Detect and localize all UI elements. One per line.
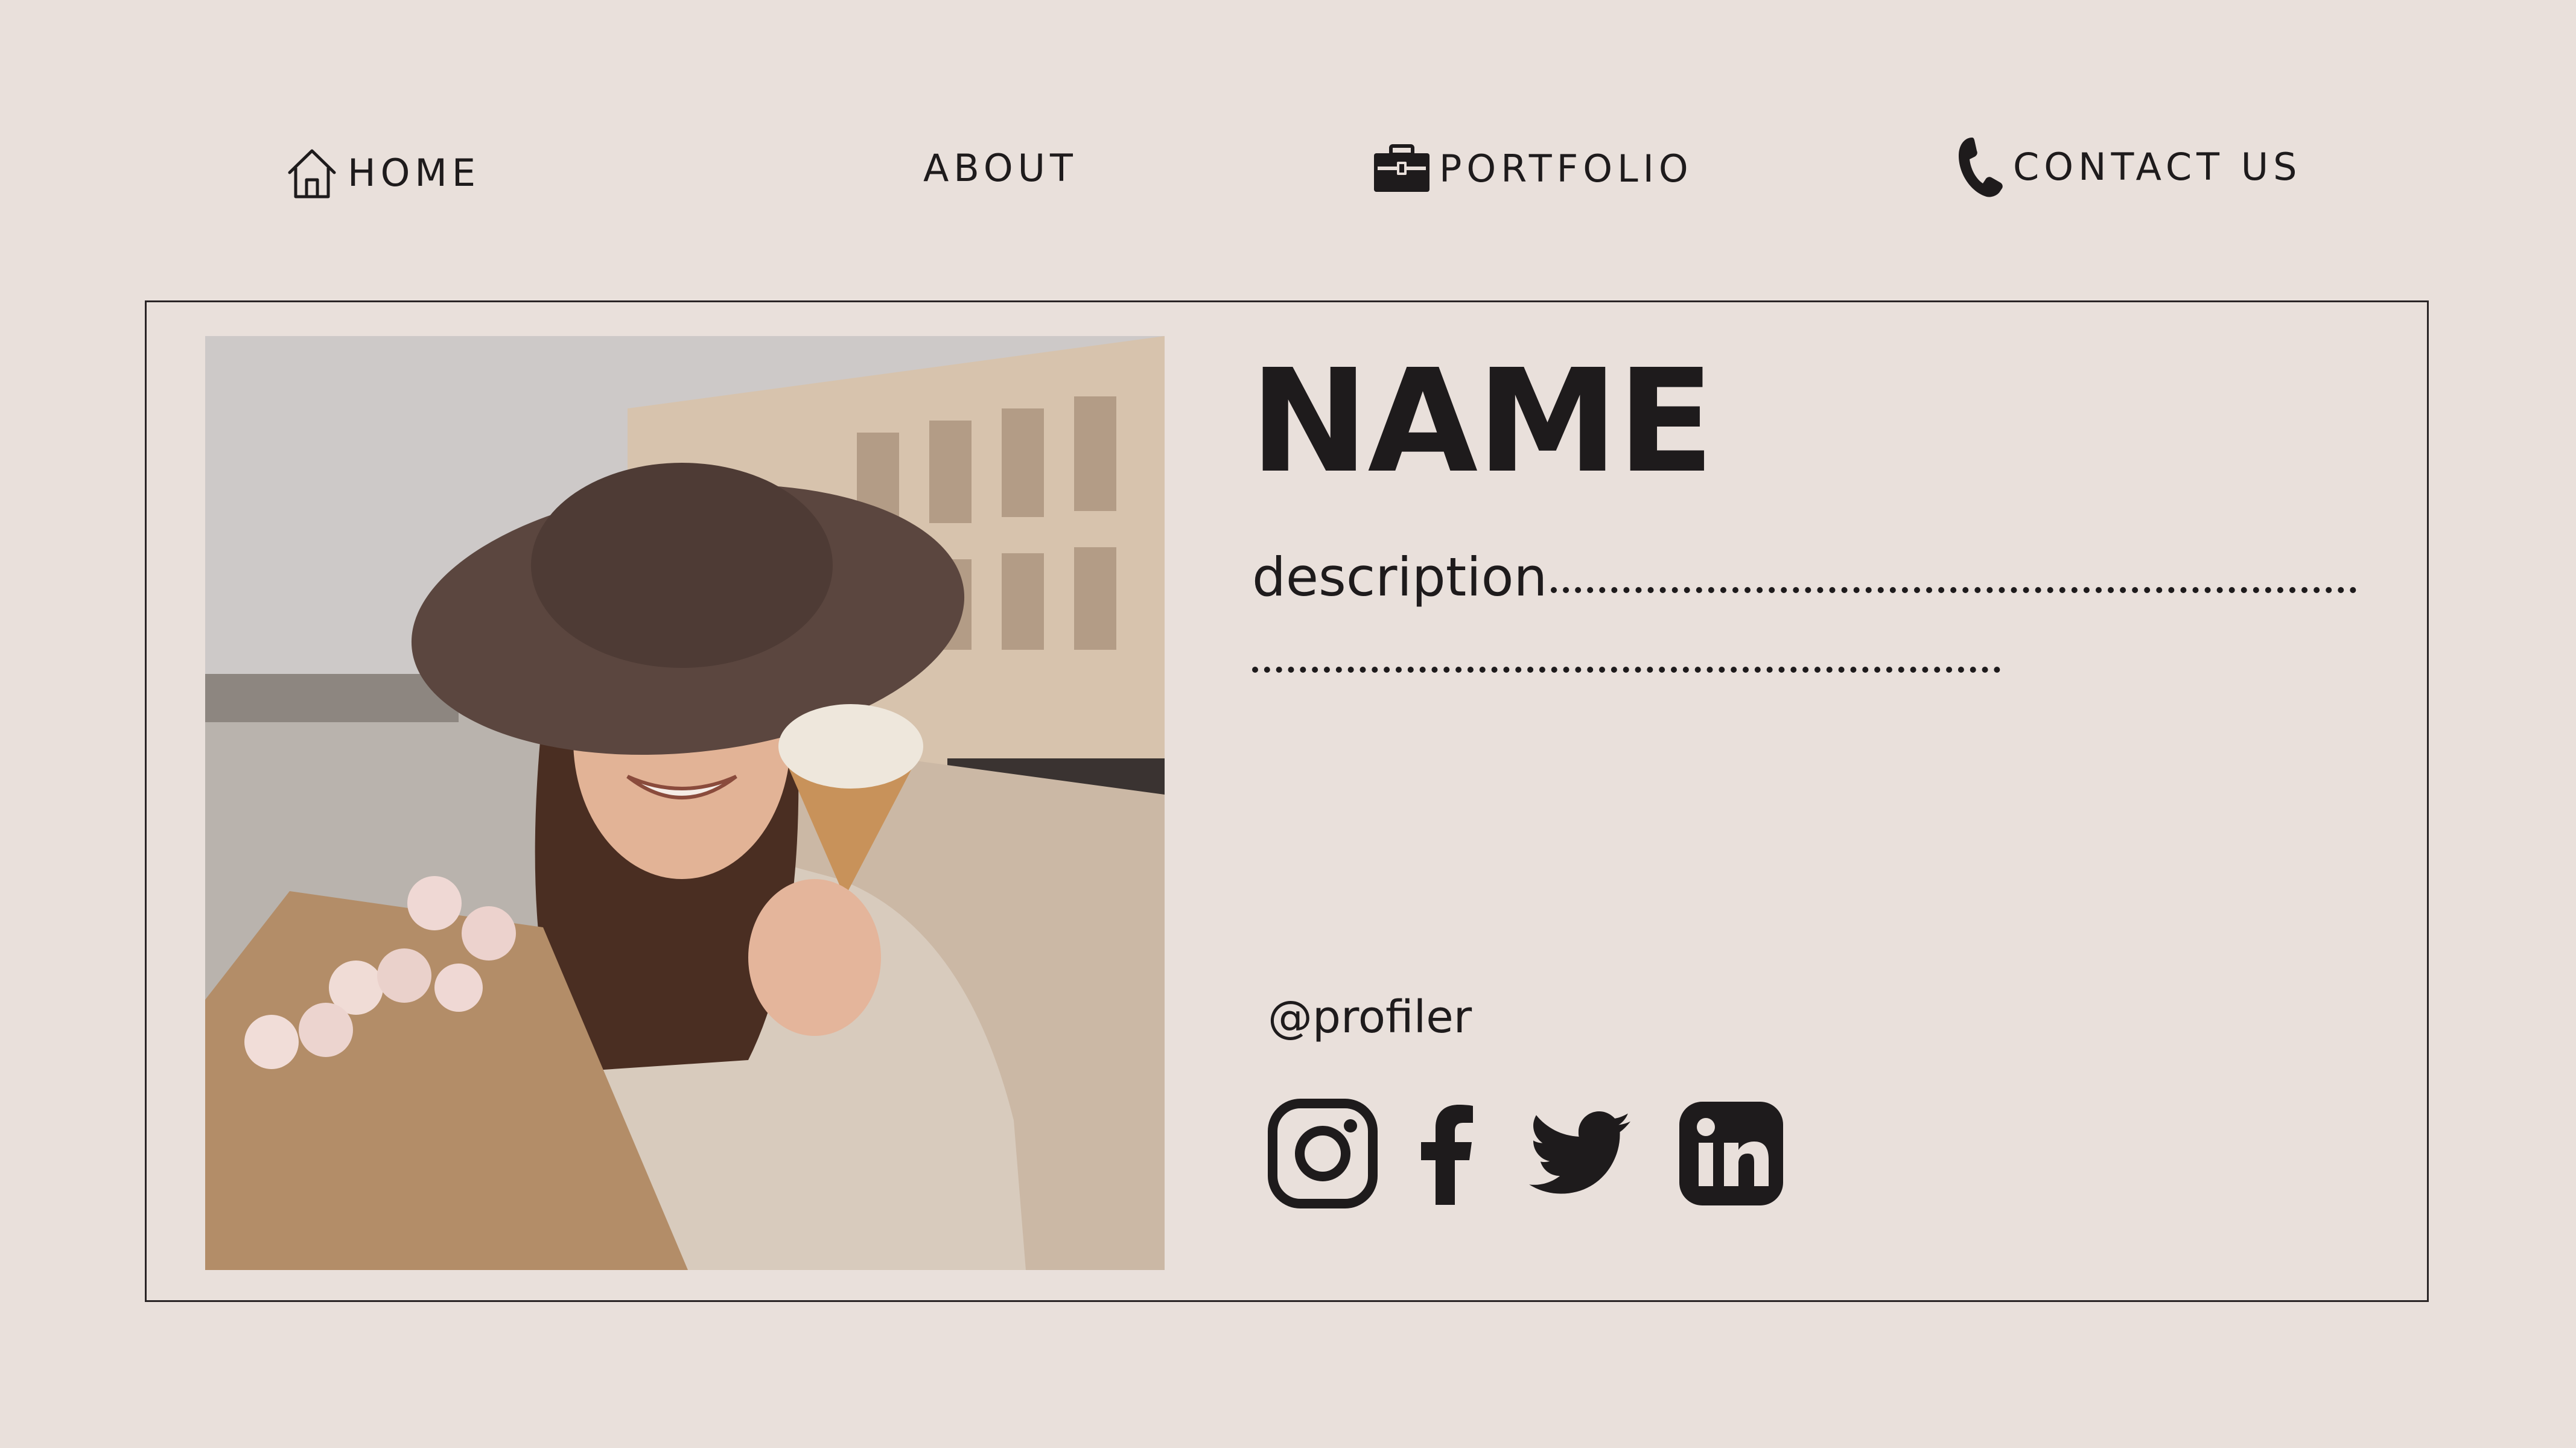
nav-portfolio-label: PORTFOLIO: [1439, 147, 1693, 191]
profile-photo: [205, 336, 1165, 1270]
nav-home-link[interactable]: HOME: [285, 146, 480, 200]
home-icon: [285, 146, 339, 200]
nav-about-link[interactable]: ABOUT: [923, 150, 1078, 187]
nav-about-label: ABOUT: [923, 146, 1078, 190]
phone-icon: [1954, 134, 2005, 200]
briefcase-icon: [1373, 144, 1431, 194]
nav-portfolio-link[interactable]: PORTFOLIO: [1373, 144, 1693, 194]
nav-home-label: HOME: [348, 151, 481, 195]
linkedin-icon[interactable]: [1679, 1102, 1783, 1205]
social-handle: @profiler: [1268, 991, 1472, 1043]
description-text: description: [1252, 546, 1548, 608]
top-navigation: HOME ABOUT PORTFOLIO CONTACT US: [0, 0, 2576, 241]
dotted-line-continued: [1252, 667, 2000, 673]
profile-card: NAME description @profiler: [145, 300, 2429, 1302]
nav-contact-link[interactable]: CONTACT US: [1954, 134, 2301, 200]
social-links: [1268, 1096, 1783, 1211]
twitter-icon[interactable]: [1528, 1111, 1631, 1196]
profile-name: NAME: [1250, 338, 1714, 504]
instagram-icon[interactable]: [1268, 1099, 1378, 1208]
description-line: description: [1252, 551, 2356, 604]
nav-contact-label: CONTACT US: [2013, 145, 2302, 189]
dotted-line: [1551, 587, 2356, 593]
facebook-icon[interactable]: [1420, 1102, 1474, 1205]
